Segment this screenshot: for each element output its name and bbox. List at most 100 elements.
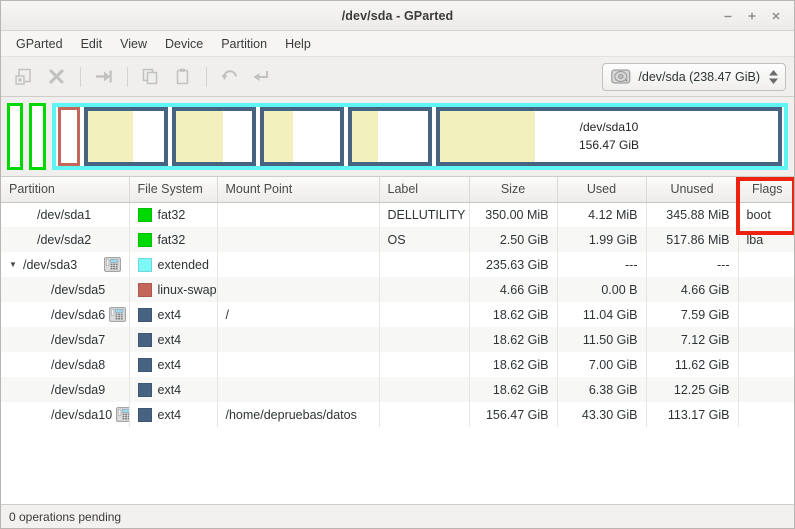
cell-partition[interactable]: /dev/sda9 bbox=[1, 377, 130, 402]
filesystem-name: linux-swap bbox=[157, 282, 217, 297]
partition-name: /dev/sda8 bbox=[51, 357, 106, 372]
table-row[interactable]: /dev/sda5 linux-swap 4.66 GiB 0.00 B 4.6… bbox=[1, 277, 794, 302]
filesystem-name: fat32 bbox=[157, 207, 186, 222]
device-selector[interactable]: /dev/sda (238.47 GiB) bbox=[602, 62, 786, 91]
paste-button[interactable] bbox=[167, 63, 197, 91]
cell-filesystem: extended bbox=[129, 252, 218, 277]
cell-mountpoint bbox=[217, 377, 380, 402]
menu-gparted[interactable]: GParted bbox=[7, 34, 72, 54]
menu-edit[interactable]: Edit bbox=[72, 34, 112, 54]
cell-size: 18.62 GiB bbox=[469, 327, 558, 352]
cell-used: 1.99 GiB bbox=[557, 227, 647, 252]
cell-label bbox=[379, 277, 470, 302]
undo-button[interactable] bbox=[214, 63, 244, 91]
filesystem-name: extended bbox=[157, 257, 209, 272]
copy-button[interactable] bbox=[135, 63, 165, 91]
table-row[interactable]: ▼ /dev/sda3 extended 235.63 GiB --- --- bbox=[1, 252, 794, 277]
table-row[interactable]: /dev/sda7 ext4 18.62 GiB 11.50 GiB 7.12 … bbox=[1, 327, 794, 352]
expander-icon[interactable]: ▼ bbox=[9, 260, 19, 269]
table-row[interactable]: /dev/sda9 ext4 18.62 GiB 6.38 GiB 12.25 … bbox=[1, 377, 794, 402]
partition-name: /dev/sda7 bbox=[51, 332, 106, 347]
graphic-partition-sda10[interactable]: /dev/sda10 156.47 GiB bbox=[436, 107, 782, 166]
menu-help[interactable]: Help bbox=[276, 34, 320, 54]
cell-flags bbox=[738, 302, 794, 327]
cell-flags bbox=[738, 377, 794, 402]
cell-size: 350.00 MiB bbox=[469, 202, 558, 227]
cell-used: 4.12 MiB bbox=[557, 202, 647, 227]
cell-flags bbox=[738, 327, 794, 352]
cell-partition[interactable]: ▼ /dev/sda3 bbox=[1, 252, 130, 277]
filesystem-color-swatch bbox=[137, 407, 152, 422]
menu-partition[interactable]: Partition bbox=[212, 34, 276, 54]
title-bar: /dev/sda - GParted bbox=[1, 1, 794, 31]
graphic-partition-sda5[interactable] bbox=[58, 107, 80, 166]
graphic-partition-sda6[interactable] bbox=[84, 107, 168, 166]
cell-flags bbox=[738, 277, 794, 302]
filesystem-name: fat32 bbox=[157, 232, 186, 247]
column-header-used[interactable]: Used bbox=[557, 177, 647, 203]
graphic-partition-sda7[interactable] bbox=[172, 107, 256, 166]
partition-name: /dev/sda2 bbox=[37, 232, 92, 247]
cell-filesystem: ext4 bbox=[129, 352, 218, 377]
close-icon[interactable] bbox=[765, 6, 787, 26]
cell-flags: boot bbox=[746, 207, 771, 222]
maximize-icon[interactable] bbox=[741, 6, 763, 26]
column-header-filesystem[interactable]: File System bbox=[129, 177, 218, 203]
column-header-flags[interactable]: Flags bbox=[738, 177, 794, 203]
graphic-partition-sda3-extended[interactable]: /dev/sda10 156.47 GiB bbox=[52, 103, 788, 170]
cell-partition[interactable]: /dev/sda10 bbox=[1, 402, 130, 427]
cell-partition[interactable]: /dev/sda8 bbox=[1, 352, 130, 377]
cell-mountpoint bbox=[217, 202, 380, 227]
column-header-mountpoint[interactable]: Mount Point bbox=[217, 177, 380, 203]
cell-partition[interactable]: /dev/sda5 bbox=[1, 277, 130, 302]
status-bar: 0 operations pending bbox=[1, 504, 794, 528]
apply-button[interactable] bbox=[246, 63, 276, 91]
cell-mountpoint: / bbox=[217, 302, 380, 327]
graphic-partition-sda2[interactable] bbox=[29, 103, 46, 170]
cell-size: 4.66 GiB bbox=[469, 277, 558, 302]
column-header-partition[interactable]: Partition bbox=[1, 177, 130, 203]
cell-mountpoint bbox=[217, 327, 380, 352]
cell-partition[interactable]: /dev/sda1 bbox=[1, 202, 130, 227]
column-header-unused[interactable]: Unused bbox=[646, 177, 739, 203]
cell-partition[interactable]: /dev/sda7 bbox=[1, 327, 130, 352]
graphic-partition-sda9[interactable] bbox=[348, 107, 432, 166]
filesystem-color-swatch bbox=[137, 207, 152, 222]
menu-view[interactable]: View bbox=[111, 34, 156, 54]
cell-partition[interactable]: /dev/sda2 bbox=[1, 227, 130, 252]
menu-device[interactable]: Device bbox=[156, 34, 212, 54]
new-partition-button[interactable] bbox=[9, 63, 39, 91]
filesystem-color-swatch bbox=[137, 282, 152, 297]
filesystem-color-swatch bbox=[137, 232, 152, 247]
minimize-icon[interactable] bbox=[717, 6, 739, 26]
table-row[interactable]: /dev/sda2 fat32 OS 2.50 GiB 1.99 GiB 517… bbox=[1, 227, 794, 252]
partition-table-body: /dev/sda1 fat32 DELLUTILITY 350.00 MiB 4… bbox=[1, 202, 794, 427]
delete-partition-button[interactable] bbox=[41, 63, 71, 91]
table-row[interactable]: /dev/sda1 fat32 DELLUTILITY 350.00 MiB 4… bbox=[1, 202, 794, 227]
cell-filesystem: fat32 bbox=[129, 202, 218, 227]
cell-size: 156.47 GiB bbox=[469, 402, 558, 427]
cell-unused: 7.59 GiB bbox=[646, 302, 739, 327]
toolbar-separator-3 bbox=[206, 66, 207, 87]
column-header-size[interactable]: Size bbox=[469, 177, 558, 203]
cell-mountpoint bbox=[217, 277, 380, 302]
cell-partition[interactable]: /dev/sda6 bbox=[1, 302, 130, 327]
graphic-partition-sda8[interactable] bbox=[260, 107, 344, 166]
partition-name: /dev/sda3 bbox=[23, 257, 78, 272]
partition-name: /dev/sda1 bbox=[37, 207, 92, 222]
cell-filesystem: linux-swap bbox=[129, 277, 218, 302]
cell-mountpoint bbox=[217, 352, 380, 377]
cell-used: 11.50 GiB bbox=[557, 327, 647, 352]
cell-filesystem: ext4 bbox=[129, 402, 218, 427]
resize-move-button[interactable] bbox=[88, 63, 118, 91]
table-row[interactable]: /dev/sda6 ext4 / 18.62 GiB 11.04 GiB 7.5… bbox=[1, 302, 794, 327]
column-header-label[interactable]: Label bbox=[379, 177, 470, 203]
cell-size: 18.62 GiB bbox=[469, 302, 558, 327]
table-row[interactable]: /dev/sda10 ext4 /home/depruebas/datos 15… bbox=[1, 402, 794, 427]
table-row[interactable]: /dev/sda8 ext4 18.62 GiB 7.00 GiB 11.62 … bbox=[1, 352, 794, 377]
cell-label: DELLUTILITY bbox=[379, 202, 470, 227]
cell-used: 6.38 GiB bbox=[557, 377, 647, 402]
spinner-arrows-icon[interactable] bbox=[769, 69, 778, 84]
filesystem-name: ext4 bbox=[157, 307, 182, 322]
graphic-partition-sda1[interactable] bbox=[7, 103, 23, 170]
